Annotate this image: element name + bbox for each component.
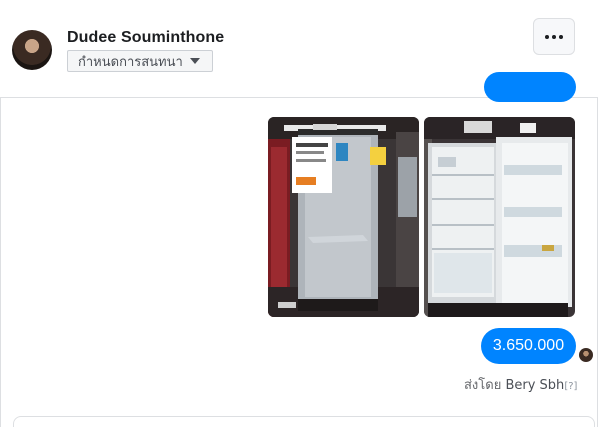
refrigerator-open-image: [424, 117, 575, 317]
three-dots-icon-dot: [559, 34, 563, 39]
caret-down-icon: [189, 58, 200, 64]
sent-by-label: ส่งโดย Bery Sbh[?]: [464, 374, 577, 395]
message-composer[interactable]: [13, 416, 595, 427]
seen-avatar: [579, 348, 593, 362]
photo-refrigerator-closed[interactable]: [268, 117, 419, 317]
previous-message-bubble[interactable]: [484, 72, 576, 102]
help-link[interactable]: [?]: [564, 381, 577, 392]
sent-by-prefix: ส่งโดย: [464, 378, 506, 393]
three-dots-icon-dot: [552, 34, 556, 39]
more-options-button[interactable]: [533, 18, 575, 55]
customize-chat-label: กำหนดการสนทนา: [78, 54, 183, 70]
sent-by-name[interactable]: Bery Sbh: [505, 378, 564, 393]
refrigerator-closed-image: [268, 117, 419, 317]
profile-avatar[interactable]: [12, 30, 52, 70]
contact-name[interactable]: Dudee Souminthone: [67, 29, 224, 47]
message-text: 3.650.000: [492, 337, 565, 354]
three-dots-icon: [545, 34, 549, 39]
message-bubble-price[interactable]: 3.650.000: [481, 328, 576, 364]
customize-chat-button[interactable]: กำหนดการสนทนา: [67, 50, 213, 72]
photo-refrigerator-open[interactable]: [424, 117, 575, 317]
